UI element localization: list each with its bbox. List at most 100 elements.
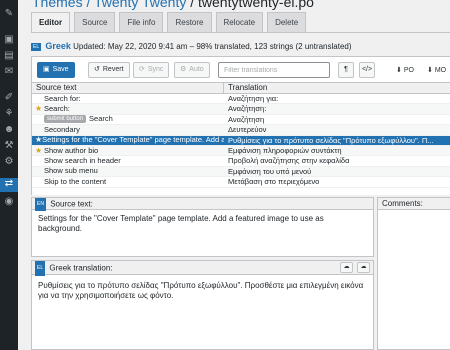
- translation-cell: Μετάβαση στο περιεχόμενο: [228, 177, 320, 187]
- star-icon: ★: [35, 135, 43, 145]
- pin-icon[interactable]: ✎: [3, 8, 15, 20]
- tab-delete[interactable]: Delete: [267, 12, 307, 32]
- tab-source[interactable]: Source: [74, 12, 116, 32]
- pages-icon[interactable]: ▤: [3, 50, 15, 62]
- copy-source-button[interactable]: ☁: [340, 262, 353, 273]
- sync-button[interactable]: ⟳ Sync: [133, 62, 170, 78]
- tab-file-info[interactable]: File info: [119, 12, 164, 32]
- tab-restore[interactable]: Restore: [167, 12, 212, 32]
- comments-label: Comments:: [378, 198, 450, 210]
- source-cell: Show search in header: [32, 156, 224, 165]
- source-text: Show search in header: [44, 156, 121, 166]
- download-icon: ⬇: [427, 67, 435, 74]
- revert-label: Revert: [102, 66, 124, 73]
- robot-icon: ⚙: [180, 66, 187, 73]
- save-icon: ▣: [43, 66, 50, 73]
- po-label: PO: [403, 67, 414, 74]
- download-po-button[interactable]: ⬇ PO: [396, 66, 414, 74]
- filter-input[interactable]: [218, 62, 330, 78]
- source-text: Skip to the content: [44, 177, 107, 186]
- collapse-icon[interactable]: ◉: [3, 196, 15, 208]
- sync-icon: ⟳: [139, 66, 145, 73]
- grid-rows: Search for: Αναζήτηση για: ★ Search: Αναζήτη…: [32, 94, 450, 188]
- table-row[interactable]: Skip to the content Μετάβαση στο περιεχόμ…: [32, 177, 450, 188]
- revert-icon: ↺: [94, 66, 100, 73]
- source-text: Secondary: [44, 125, 80, 134]
- column-source[interactable]: Source text: [32, 83, 224, 93]
- table-row[interactable]: ★ Show author bio Εμφάνιση πληροφοριών συν…: [32, 145, 450, 157]
- source-cell: Skip to the content: [32, 177, 224, 186]
- translation-cell: Δευτερεύον: [228, 125, 267, 135]
- source-panel-label: Source text:: [50, 199, 93, 209]
- users-icon[interactable]: ☻: [3, 124, 15, 136]
- sync-label: Sync: [147, 66, 164, 73]
- source-text: Search for:: [44, 94, 81, 103]
- translation-panel: EL Greek translation: ☁ ☁ Ρυθμίσεις για …: [31, 260, 374, 350]
- revert-button[interactable]: ↺ Revert: [88, 62, 130, 78]
- media-icon[interactable]: ▣: [3, 34, 15, 46]
- suggest-button[interactable]: ☁: [357, 262, 370, 273]
- source-text: Settings for the "Cover Template" page t…: [38, 214, 324, 233]
- mo-label: MO: [434, 67, 447, 74]
- source-text: Show sub menu: [44, 166, 98, 176]
- appearance-icon[interactable]: ✐: [3, 92, 15, 104]
- column-translation[interactable]: Translation: [224, 83, 267, 93]
- save-label: Save: [52, 66, 69, 73]
- file-status: Updated: May 22, 2020 9:41 am – 98% tran…: [73, 42, 352, 51]
- source-cell: ★ Search:: [32, 104, 224, 113]
- main-content: Themes / Twenty Twenty / twentytwenty-el…: [18, 0, 450, 350]
- translate-icon[interactable]: ⇄: [0, 178, 18, 192]
- tools-icon[interactable]: ⚒: [3, 140, 15, 152]
- auto-button[interactable]: ⚙ Auto: [174, 62, 210, 78]
- comments-icon[interactable]: ✉: [3, 66, 15, 78]
- download-icon: ⬇: [396, 67, 404, 74]
- breadcrumb-link[interactable]: Themes / Twenty Twenty: [32, 0, 186, 10]
- translation-cell: Εμφάνιση του υπό μενού: [228, 166, 312, 176]
- comments-panel: Comments:: [377, 197, 450, 350]
- source-text: Settings for the "Cover Template" page t…: [42, 135, 224, 145]
- star-icon: ★: [35, 145, 43, 155]
- greek-flag-icon: EL: [35, 261, 46, 276]
- source-cell: Search for:: [32, 94, 224, 103]
- star-icon: ★: [35, 104, 43, 114]
- auto-label: Auto: [189, 66, 204, 73]
- invisibles-button[interactable]: ¶: [338, 62, 354, 78]
- code-view-button[interactable]: </>: [359, 62, 375, 78]
- editor-toolbar: ▣Save ↺Revert ⟳Sync ⚙Auto ¶ </> ⬇ PO ⬇ M…: [31, 56, 450, 83]
- table-row[interactable]: Show search in header Προβολή αναζήτησης …: [32, 156, 450, 167]
- source-cell: submit button Search: [32, 115, 224, 124]
- tab-editor[interactable]: Editor: [31, 12, 71, 32]
- source-cell: Secondary: [32, 125, 224, 134]
- plugins-icon[interactable]: ⚘: [3, 108, 15, 120]
- translation-panel-header: EL Greek translation: ☁ ☁: [32, 261, 373, 276]
- table-row[interactable]: submit button Search Αναζήτηση: [32, 115, 450, 126]
- source-cell: Show sub menu: [32, 167, 224, 176]
- table-row[interactable]: ★ Settings for the "Cover Template" page …: [32, 135, 450, 146]
- table-row[interactable]: Search for: Αναζήτηση για:: [32, 94, 450, 105]
- source-text: Search:: [44, 104, 70, 114]
- translation-textarea[interactable]: Ρυθμίσεις για το πρότυπο σελίδας "Πρότυπ…: [32, 275, 373, 307]
- language-link[interactable]: Greek: [45, 41, 71, 51]
- greek-flag-icon: EL: [31, 42, 42, 51]
- table-row[interactable]: ★ Search: Αναζήτηση:: [32, 104, 450, 115]
- admin-sidebar: ✎ ▣ ▤ ✉ ✐ ⚘ ☻ ⚒ ⚙ ⇄ ◉: [0, 0, 18, 350]
- save-button[interactable]: ▣ Save: [37, 62, 75, 78]
- translation-cell: Αναζήτηση:: [228, 104, 267, 114]
- table-row[interactable]: Show sub menu Εμφάνιση του υπό μενού: [32, 166, 450, 178]
- breadcrumb-file: / twentytwenty-el.po: [186, 0, 314, 10]
- file-meta: EL Greek Updated: May 22, 2020 9:41 am –…: [31, 41, 352, 51]
- translation-panel-label: Greek translation:: [49, 263, 113, 273]
- source-cell: ★ Show author bio: [32, 146, 224, 155]
- translation-cell: Ρυθμίσεις για το πρότυπο σελίδας "Πρότυπ…: [228, 135, 434, 145]
- table-row[interactable]: Secondary Δευτερεύον: [32, 125, 450, 136]
- settings-icon[interactable]: ⚙: [3, 156, 15, 168]
- tab-relocate[interactable]: Relocate: [215, 12, 264, 32]
- editor-tabs: Editor Source File info Restore Relocate…: [31, 12, 307, 32]
- context-tag: submit button: [44, 115, 87, 124]
- source-text: Search: [89, 114, 113, 124]
- grid-header: Source text Translation: [32, 83, 450, 94]
- source-panel: EN Source text: Settings for the "Cover …: [31, 197, 374, 257]
- source-text: Show author bio: [44, 145, 99, 155]
- translation-cell: Εμφάνιση πληροφοριών συντάκτη: [228, 145, 342, 155]
- download-mo-button[interactable]: ⬇ MO: [427, 66, 446, 74]
